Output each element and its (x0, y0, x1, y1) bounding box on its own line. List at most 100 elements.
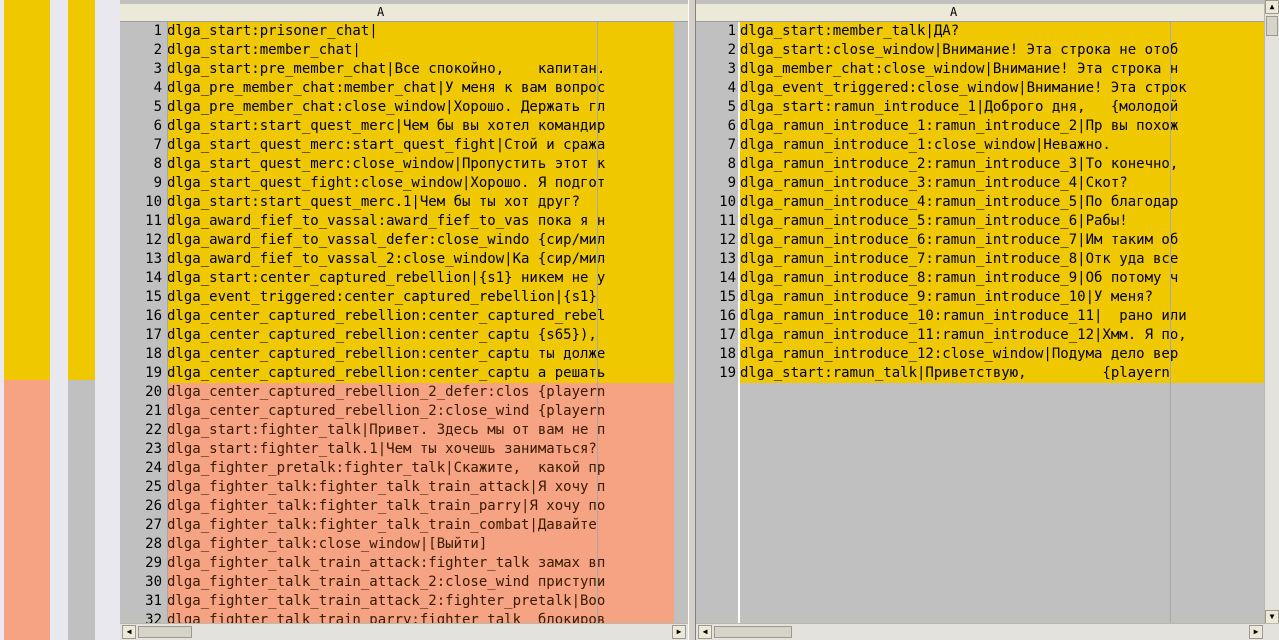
table-row[interactable]: 25 dlga_fighter_talk:fighter_talk_train_a… (120, 478, 674, 497)
row-number: 14 (719, 270, 736, 286)
left-pane[interactable]: A 1 dlga_start:prisoner_chat| 2 dlga_start:… (120, 0, 688, 640)
cell-text[interactable]: dlga_ramun_introduce_8:ramun_introduce_9… (740, 269, 1265, 288)
table-row[interactable]: 5 dlga_pre_member_chat:close_window|Хорош… (120, 98, 674, 117)
cell-text[interactable]: dlga_start:member_talk|ДА? (740, 22, 1265, 41)
table-row[interactable]: 22 dlga_start:fighter_talk|Привет. Здесь … (120, 421, 674, 440)
table-row[interactable]: 5 dlga_start:ramun_introduce_1|Доброго дн… (696, 98, 1265, 117)
overview-track-left[interactable] (4, 0, 50, 640)
table-row[interactable]: 8 dlga_ramun_introduce_2:ramun_introduce_… (696, 155, 1265, 174)
table-row[interactable]: 8 dlga_start_quest_merc:close_window|Проп… (120, 155, 674, 174)
table-row[interactable]: 30 dlga_fighter_talk_train_attack_2:close… (120, 573, 674, 592)
left-hscroll-thumb[interactable] (138, 626, 192, 638)
table-row[interactable]: 15 dlga_ramun_introduce_9:ramun_introduce… (696, 288, 1265, 307)
table-row[interactable]: 15 dlga_event_triggered:center_captured_r… (120, 288, 674, 307)
table-row[interactable]: 1 dlga_start:prisoner_chat| (120, 22, 674, 41)
cell-text[interactable]: dlga_start:ramun_introduce_1|Доброго дня… (740, 98, 1265, 117)
table-row[interactable]: 18 dlga_center_captured_rebellion:center_… (120, 345, 674, 364)
scroll-right-arrow-icon[interactable]: ▶ (672, 625, 686, 639)
scroll-up-arrow-icon[interactable]: ▲ (1265, 0, 1279, 14)
table-row[interactable]: 27 dlga_fighter_talk:fighter_talk_train_c… (120, 516, 674, 535)
right-column-header[interactable]: A (696, 4, 1279, 22)
left-horizontal-scrollbar[interactable]: ◀ ▶ (120, 623, 688, 640)
table-row[interactable]: 7 dlga_start_quest_merc:start_quest_fight… (120, 136, 674, 155)
cell-text[interactable]: dlga_ramun_introduce_10:ramun_introduce_… (740, 307, 1265, 326)
cell-text[interactable]: dlga_ramun_introduce_2:ramun_introduce_3… (740, 155, 1265, 174)
row-number: 5 (727, 99, 736, 115)
table-row[interactable]: 6 dlga_ramun_introduce_1:ramun_introduce_… (696, 117, 1265, 136)
cell-text[interactable]: dlga_event_triggered:close_window|Вниман… (740, 79, 1265, 98)
table-row[interactable]: 24 dlga_fighter_pretalk:fighter_talk|Скаж… (120, 459, 674, 478)
table-row[interactable]: 19 dlga_center_captured_rebellion:center_… (120, 364, 674, 383)
table-row[interactable]: 6 dlga_start:start_quest_merc|Чем бы вы х… (120, 117, 674, 136)
table-row[interactable]: 29 dlga_fighter_talk_train_attack:fighter… (120, 554, 674, 573)
table-row[interactable]: 13 dlga_award_fief_to_vassal_2:close_wind… (120, 250, 674, 269)
table-row[interactable]: 31 dlga_fighter_talk_train_attack_2:fight… (120, 592, 674, 611)
row-number: 23 (145, 441, 162, 457)
cell-text[interactable]: dlga_ramun_introduce_1:ramun_introduce_2… (740, 117, 1265, 136)
table-row[interactable]: 4 dlga_event_triggered:close_window|Внима… (696, 79, 1265, 98)
table-row[interactable]: 9 dlga_start_quest_fight:close_window|Хор… (120, 174, 674, 193)
table-row[interactable]: 26 dlga_fighter_talk:fighter_talk_train_p… (120, 497, 674, 516)
table-row[interactable]: 12 dlga_ramun_introduce_6:ramun_introduce… (696, 231, 1265, 250)
overview-mark (68, 120, 95, 140)
cell-text[interactable]: dlga_start:ramun_talk|Приветствую, {play… (740, 364, 1265, 383)
scroll-left-arrow-icon[interactable]: ◀ (698, 625, 712, 639)
table-row[interactable]: 21 dlga_center_captured_rebellion_2:close… (120, 402, 674, 421)
row-number: 6 (153, 118, 162, 134)
table-row[interactable]: 11 dlga_ramun_introduce_5:ramun_introduce… (696, 212, 1265, 231)
table-row[interactable]: 28 dlga_fighter_talk:close_window|[Выйти] (120, 535, 674, 554)
table-row[interactable]: 12 dlga_award_fief_to_vassal_defer:close_… (120, 231, 674, 250)
pane-splitter[interactable] (688, 0, 696, 640)
cell-text[interactable]: dlga_ramun_introduce_4:ramun_introduce_5… (740, 193, 1265, 212)
table-row[interactable]: 16 dlga_ramun_introduce_10:ramun_introduc… (696, 307, 1265, 326)
row-number: 7 (153, 137, 162, 153)
table-row[interactable]: 14 dlga_start:center_captured_rebellion|{… (120, 269, 674, 288)
table-row[interactable]: 13 dlga_ramun_introduce_7:ramun_introduce… (696, 250, 1265, 269)
overview-mark (68, 340, 95, 360)
table-row[interactable]: 17 dlga_center_captured_rebellion:center_… (120, 326, 674, 345)
scroll-right-arrow-icon[interactable]: ▶ (1249, 625, 1263, 639)
table-row[interactable]: 18 dlga_ramun_introduce_12:close_window|П… (696, 345, 1265, 364)
cell-text[interactable]: dlga_ramun_introduce_11:ramun_introduce_… (740, 326, 1265, 345)
table-row[interactable]: 7 dlga_ramun_introduce_1:close_window|Нев… (696, 136, 1265, 155)
right-pane[interactable]: A 1 dlga_start:member_talk|ДА? 2 dlga_start… (696, 0, 1279, 640)
overview-mark (68, 220, 95, 240)
table-row[interactable]: 9 dlga_ramun_introduce_3:ramun_introduce_… (696, 174, 1265, 193)
table-row[interactable]: 20 dlga_center_captured_rebellion_2_defer… (120, 383, 674, 402)
right-hscroll-thumb[interactable] (714, 626, 792, 638)
right-vscroll-thumb[interactable] (1266, 16, 1278, 36)
table-row[interactable]: 3 dlga_member_chat:close_window|Внимание!… (696, 60, 1265, 79)
table-row[interactable]: 2 dlga_start:close_window|Внимание! Эта с… (696, 41, 1265, 60)
cell-text[interactable]: dlga_ramun_introduce_6:ramun_introduce_7… (740, 231, 1265, 250)
left-column-header[interactable]: A (120, 4, 688, 22)
cell-text[interactable]: dlga_ramun_introduce_12:close_window|Под… (740, 345, 1265, 364)
table-row[interactable]: 2 dlga_start:member_chat| (120, 41, 674, 60)
right-horizontal-scrollbar[interactable]: ◀ ▶ (696, 623, 1279, 640)
table-row[interactable]: 16 dlga_center_captured_rebellion:center_… (120, 307, 674, 326)
scroll-down-arrow-icon[interactable]: ▼ (1265, 610, 1279, 624)
diff-overview-map[interactable] (0, 0, 120, 640)
table-row[interactable]: 23 dlga_start:fighter_talk.1|Чем ты хочеш… (120, 440, 674, 459)
table-row[interactable]: 19 dlga_start:ramun_talk|Приветствую, {pl… (696, 364, 1265, 383)
cell-text[interactable]: dlga_member_chat:close_window|Внимание! … (740, 60, 1265, 79)
overview-mark (4, 300, 50, 320)
table-row[interactable]: 1 dlga_start:member_talk|ДА? (696, 22, 1265, 41)
cell-text[interactable]: dlga_start:close_window|Внимание! Эта ст… (740, 41, 1265, 60)
table-row[interactable]: 17 dlga_ramun_introduce_11:ramun_introduc… (696, 326, 1265, 345)
cell-text[interactable]: dlga_ramun_introduce_3:ramun_introduce_4… (740, 174, 1265, 193)
right-vertical-scrollbar[interactable]: ▲ ▼ (1264, 0, 1279, 624)
table-row[interactable]: 11 dlga_award_fief_to_vassal:award_fief_t… (120, 212, 674, 231)
cell-text[interactable]: dlga_ramun_introduce_5:ramun_introduce_6… (740, 212, 1265, 231)
table-row[interactable]: 4 dlga_pre_member_chat:member_chat|У меня… (120, 79, 674, 98)
table-row[interactable]: 14 dlga_ramun_introduce_8:ramun_introduce… (696, 269, 1265, 288)
table-row[interactable]: 10 dlga_start:start_quest_merc.1|Чем бы т… (120, 193, 674, 212)
row-number: 16 (719, 308, 736, 324)
table-row[interactable]: 3 dlga_start:pre_member_chat|Все спокойно… (120, 60, 674, 79)
cell-text[interactable]: dlga_ramun_introduce_7:ramun_introduce_8… (740, 250, 1265, 269)
cell-text[interactable]: dlga_ramun_introduce_9:ramun_introduce_1… (740, 288, 1265, 307)
overview-track-right[interactable] (68, 0, 95, 640)
row-number: 22 (145, 422, 162, 438)
cell-text[interactable]: dlga_ramun_introduce_1:close_window|Нева… (740, 136, 1265, 155)
table-row[interactable]: 10 dlga_ramun_introduce_4:ramun_introduce… (696, 193, 1265, 212)
scroll-left-arrow-icon[interactable]: ◀ (122, 625, 136, 639)
